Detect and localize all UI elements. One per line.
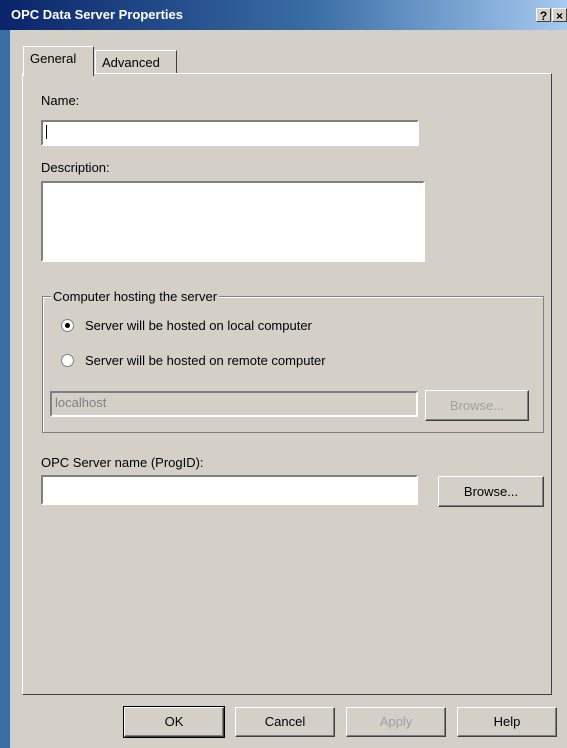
hosting-group-title: Computer hosting the server [51,289,220,304]
host-browse-button: Browse... [425,390,529,421]
window-frame-left [0,30,10,748]
name-label: Name: [41,93,80,108]
tab-advanced[interactable]: Advanced [95,50,177,74]
progid-browse-button[interactable]: Browse... [438,476,544,507]
radio-local[interactable] [61,319,74,332]
close-icon[interactable]: × [552,8,567,23]
description-input[interactable] [41,181,425,262]
radio-local-dot [65,323,70,328]
help-button[interactable]: Help [457,707,557,737]
progid-label: OPC Server name (ProgID): [41,455,204,470]
radio-local-label[interactable]: Server will be hosted on local computer [85,318,312,333]
cancel-button[interactable]: Cancel [235,707,335,737]
progid-input[interactable] [41,475,418,505]
host-input: localhost [50,391,418,417]
help-icon[interactable]: ? [536,8,551,23]
window-title: OPC Data Server Properties [11,7,183,22]
apply-button: Apply [346,707,446,737]
text-caret [46,125,47,139]
tab-general[interactable]: General [23,46,94,76]
description-label: Description: [41,160,110,175]
ok-button[interactable]: OK [123,706,225,738]
radio-remote[interactable] [61,354,74,367]
name-input[interactable] [41,120,419,146]
radio-remote-label[interactable]: Server will be hosted on remote computer [85,353,326,368]
title-bar: OPC Data Server Properties ? × [0,0,567,30]
